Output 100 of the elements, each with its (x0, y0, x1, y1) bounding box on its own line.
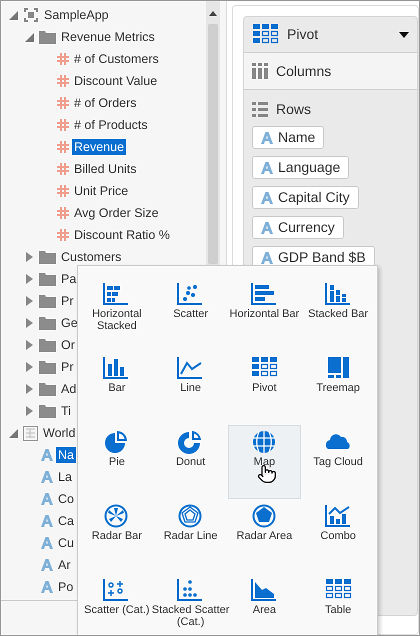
stacked-bar-icon (324, 282, 352, 306)
chart-type-option[interactable]: Line (154, 351, 228, 425)
row-chip[interactable]: Name (252, 126, 324, 149)
tree-item[interactable]: # of Orders (72, 95, 139, 111)
hash-icon (57, 75, 69, 87)
chart-type-option[interactable]: Table (301, 573, 375, 635)
folder-icon (39, 272, 56, 286)
tree-item[interactable]: Ca (56, 513, 76, 529)
option-label: Tag Cloud (312, 456, 364, 468)
chart-type-option[interactable]: Combo (301, 499, 375, 573)
scroll-up-icon[interactable] (209, 11, 217, 16)
tree-item[interactable]: Ge (59, 315, 80, 331)
chart-type-option[interactable]: Radar Area (228, 499, 302, 573)
chart-type-option[interactable]: Radar Line (154, 499, 228, 573)
option-label: Pie (108, 456, 126, 468)
chart-type-option[interactable]: Map (228, 425, 302, 499)
tree-item[interactable]: World (41, 425, 78, 441)
tree-item[interactable]: Pa (59, 271, 78, 287)
expand-triangle-icon[interactable] (26, 362, 33, 372)
collapse-triangle-icon[interactable] (9, 10, 18, 20)
hash-icon (57, 163, 69, 175)
expand-triangle-icon[interactable] (26, 274, 33, 284)
attribute-icon (261, 252, 273, 264)
attribute-icon (261, 222, 273, 234)
option-label: Treemap (315, 382, 361, 394)
tree-item[interactable]: # of Customers (72, 51, 161, 67)
tree-item[interactable]: Cu (56, 535, 76, 551)
horizontal-bar-icon (250, 282, 278, 306)
option-label: Scatter (172, 308, 210, 320)
expand-triangle-icon[interactable] (26, 406, 33, 416)
tree-item[interactable]: Or (59, 337, 77, 353)
expand-triangle-icon[interactable] (26, 318, 33, 328)
option-label: Donut (174, 456, 206, 468)
chart-type-option[interactable]: Treemap (301, 351, 375, 425)
radar-icon (177, 504, 204, 528)
chart-type-option[interactable]: Radar Bar (80, 499, 154, 573)
stacked-bar-icon (103, 282, 130, 306)
option-label: Pivot (251, 382, 278, 394)
tree-item[interactable]: Billed Units (72, 161, 139, 177)
expand-triangle-icon[interactable] (26, 384, 33, 394)
expand-triangle-icon[interactable] (26, 252, 33, 262)
tree-item[interactable]: La (56, 469, 74, 485)
chip-label: Language (278, 158, 340, 177)
tree-item[interactable]: Co (56, 491, 76, 507)
attribute-icon (41, 493, 53, 505)
chart-type-option[interactable]: Stacked Bar (301, 277, 375, 351)
folder-icon (39, 30, 56, 44)
tree-item[interactable]: Na (56, 447, 76, 463)
chart-type-option[interactable]: Horizontal Bar (228, 277, 302, 351)
chip-label: Capital City (278, 188, 350, 207)
tree-item[interactable]: Pr (59, 293, 76, 309)
dropdown-caret-icon[interactable] (399, 32, 409, 38)
chart-type-option[interactable]: Bar (80, 351, 154, 425)
hash-icon (57, 141, 69, 153)
tree-item[interactable]: Po (56, 579, 76, 595)
collapse-triangle-icon[interactable] (9, 428, 18, 438)
folder-icon (39, 316, 56, 330)
rows-label: Rows (276, 100, 312, 119)
chart-type-option[interactable]: Horizontal Stacked (80, 277, 154, 351)
tree-item[interactable]: # of Products (72, 117, 150, 133)
scatter-icon (177, 578, 204, 602)
attribute-icon (261, 132, 273, 144)
hash-icon (57, 229, 69, 241)
tree-item[interactable]: Unit Price (72, 183, 130, 199)
attribute-icon (41, 471, 53, 483)
row-chip[interactable]: Currency (252, 216, 344, 239)
tree-item[interactable]: Ad (59, 381, 78, 397)
tree-item[interactable]: Customers (59, 249, 124, 265)
collapse-triangle-icon[interactable] (25, 32, 34, 42)
tree-item[interactable]: Revenue Metrics (59, 29, 157, 45)
chart-type-option[interactable]: Donut (154, 425, 228, 499)
chart-type-option[interactable]: Tag Cloud (301, 425, 375, 499)
chip-label: GDP Band $B (278, 248, 366, 267)
option-label: Stacked Bar (307, 308, 370, 320)
hash-icon (57, 119, 69, 131)
chart-type-option[interactable]: Pie (80, 425, 154, 499)
attribute-icon (41, 559, 53, 571)
attribute-icon (41, 449, 53, 461)
tree-item[interactable]: Ar (56, 557, 72, 573)
tree-item[interactable]: Discount Value (72, 73, 160, 89)
expand-triangle-icon[interactable] (26, 340, 33, 350)
row-chip[interactable]: Language (252, 156, 350, 179)
bar-chart-icon (103, 356, 130, 380)
tree-item[interactable]: SampleApp (42, 7, 111, 23)
option-label: Horizontal Bar (228, 308, 300, 320)
expand-triangle-icon[interactable] (26, 296, 33, 306)
chart-type-option[interactable]: Pivot (228, 351, 302, 425)
tree-item[interactable]: Revenue (72, 139, 126, 155)
tree-item[interactable]: Pr (59, 359, 76, 375)
chart-type-option[interactable]: Stacked Scatter (Cat.) (154, 573, 228, 635)
row-chip[interactable]: Capital City (252, 186, 359, 209)
tree-item[interactable]: Discount Ratio % (72, 227, 172, 243)
chart-type-option[interactable]: Scatter (154, 277, 228, 351)
hash-icon (57, 53, 69, 65)
option-label: Radar Area (236, 530, 294, 542)
tree-item[interactable]: Avg Order Size (72, 205, 161, 221)
option-label: Radar Line (162, 530, 219, 542)
chart-type-option[interactable]: Area (228, 573, 302, 635)
folder-icon (39, 382, 56, 396)
tree-item[interactable]: Ti (59, 403, 73, 419)
